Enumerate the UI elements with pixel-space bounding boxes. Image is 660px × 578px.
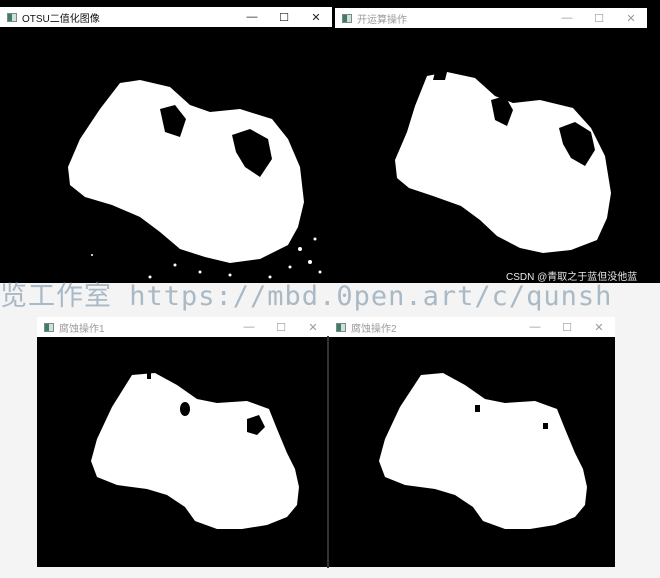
minimize-icon[interactable]: —	[551, 8, 583, 28]
maximize-icon[interactable]: ☐	[265, 317, 297, 337]
window-divider	[327, 336, 329, 568]
opencv-window-icon	[336, 322, 346, 332]
window-erode2: 腐蚀操作2 — ☐ ✕	[329, 317, 615, 567]
erode1-image	[37, 337, 329, 567]
minimize-icon[interactable]: —	[236, 7, 268, 27]
window-erode2-titlebar[interactable]: 腐蚀操作2 — ☐ ✕	[329, 317, 615, 337]
close-icon[interactable]: ✕	[615, 8, 647, 28]
close-icon[interactable]: ✕	[297, 317, 329, 337]
opencv-window-icon	[44, 322, 54, 332]
close-icon[interactable]: ✕	[583, 317, 615, 337]
window-erode1: 腐蚀操作1 — ☐ ✕	[37, 317, 329, 567]
credit-text: CSDN @青取之于蓝但没他蓝	[506, 272, 638, 283]
opening-image	[335, 28, 647, 270]
erode2-image	[329, 337, 615, 567]
window-otsu-titlebar[interactable]: OTSU二值化图像 — ☐ ✕	[0, 7, 332, 27]
close-icon[interactable]: ✕	[300, 7, 332, 27]
window-erode1-titlebar[interactable]: 腐蚀操作1 — ☐ ✕	[37, 317, 329, 337]
maximize-icon[interactable]: ☐	[551, 317, 583, 337]
window-title: 开运算操作	[357, 14, 407, 26]
window-title: OTSU二值化图像	[22, 13, 100, 25]
otsu-image	[0, 27, 332, 285]
window-opening-titlebar[interactable]: 开运算操作 — ☐ ✕	[335, 8, 647, 28]
opencv-window-icon	[342, 13, 352, 23]
minimize-icon[interactable]: —	[519, 317, 551, 337]
window-title: 腐蚀操作1	[59, 323, 105, 335]
maximize-icon[interactable]: ☐	[268, 7, 300, 27]
window-title: 腐蚀操作2	[351, 323, 397, 335]
opencv-window-icon	[7, 12, 17, 22]
maximize-icon[interactable]: ☐	[583, 8, 615, 28]
window-otsu: OTSU二值化图像 — ☐ ✕	[0, 7, 332, 285]
window-opening: 开运算操作 — ☐ ✕	[335, 8, 647, 270]
minimize-icon[interactable]: —	[233, 317, 265, 337]
